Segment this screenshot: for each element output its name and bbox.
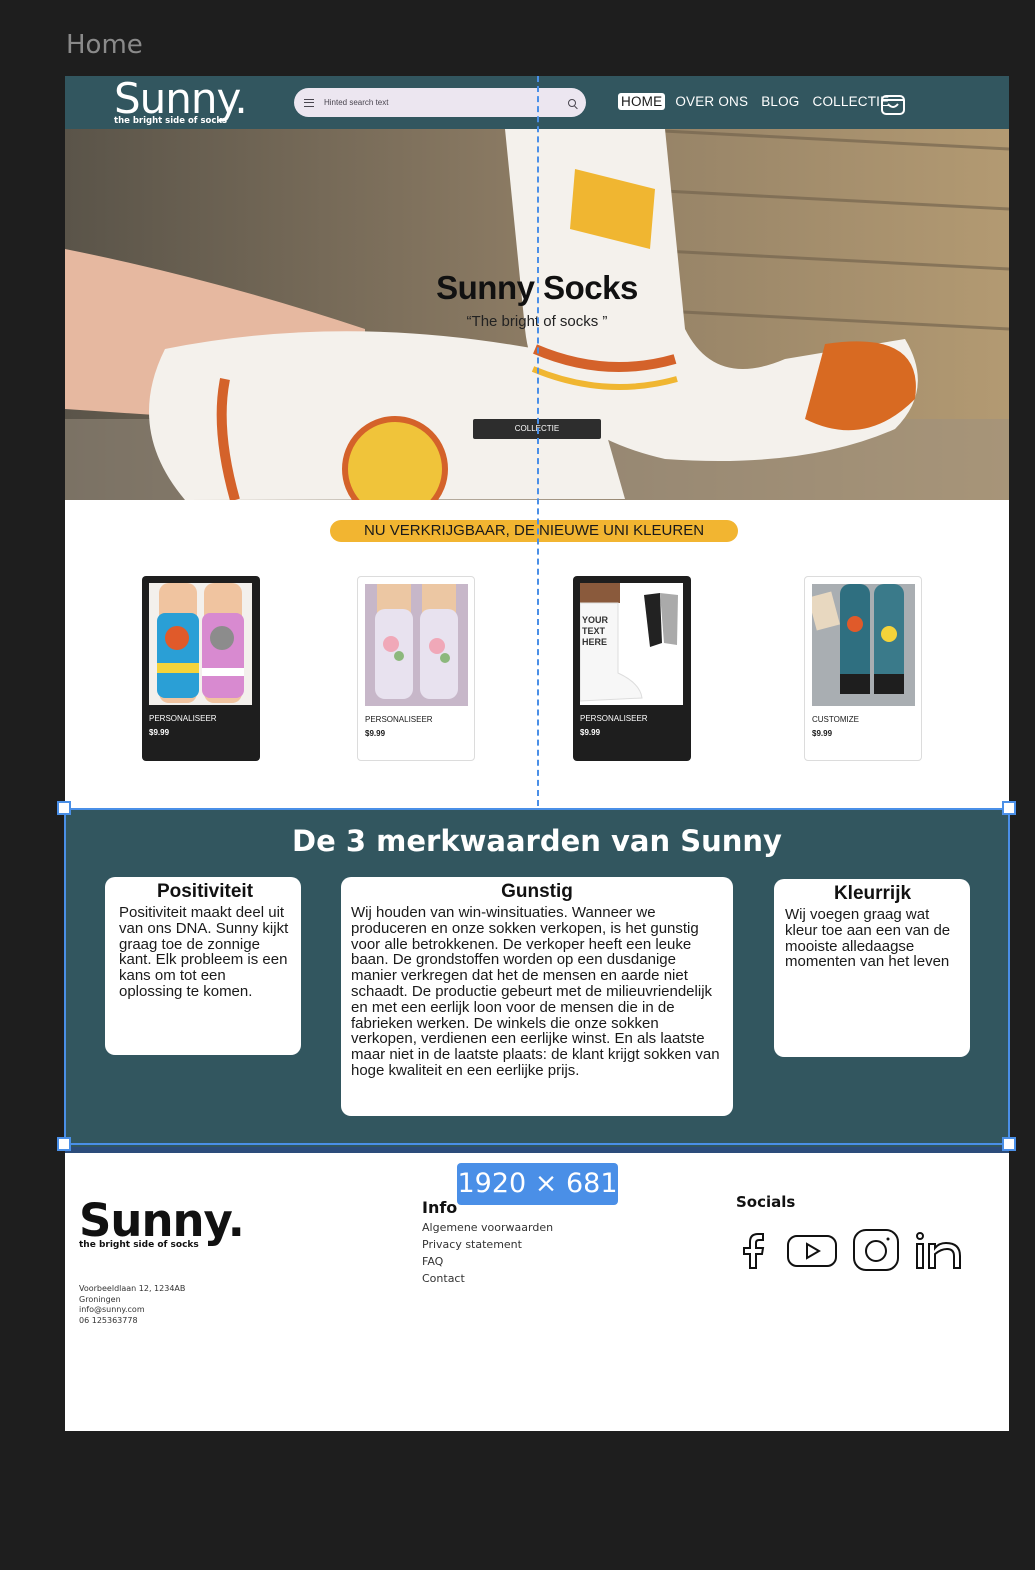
address-email: info@sunny.com [79,1305,145,1314]
resize-handle-bottom-right[interactable] [1002,1137,1016,1151]
footer-socials-title: Socials [736,1193,796,1211]
selection-dimensions-badge: 1920 × 681 [457,1163,618,1205]
value-card-body: Wij voegen graag wat kleur toe aan een v… [785,906,951,971]
product-card[interactable]: PERSONALISEER $9.99 [357,576,475,761]
product-card[interactable]: YOUR TEXT HERE PERSONALISEER $9.99 [573,576,691,761]
linkedin-icon[interactable] [914,1228,964,1277]
home-artboard: Sunny. the bright side of socks Hinted s… [65,76,1009,1431]
product-card[interactable]: PERSONALISEER $9.99 [142,576,260,761]
product-label: PERSONALISEER [365,715,433,724]
address-city: Groningen [79,1294,121,1304]
resize-handle-top-left[interactable] [57,801,71,815]
resize-handle-top-right[interactable] [1002,801,1016,815]
address-phone: 06 125363778 [79,1315,138,1325]
search-icon[interactable] [568,98,576,107]
value-card-body: Wij houden van win-winsituaties. Wanneer… [351,904,720,1079]
custom-text-line: HERE [582,637,607,647]
value-card-title: Gunstig [501,881,573,902]
product-label: CUSTOMIZE [812,715,859,724]
value-card-title: Positiviteit [156,881,254,902]
value-card-gunstig: Gunstig Wij houden van win-winsituaties.… [341,877,733,1116]
youtube-icon[interactable] [786,1228,838,1277]
footer-link-contact[interactable]: Contact [422,1270,553,1287]
footer-logo[interactable]: Sunny. the bright side of socks [79,1194,245,1251]
facebook-icon[interactable] [736,1228,772,1277]
main-nav: HOME OVER ONS BLOG COLLECTIE [618,93,892,110]
product-image [812,584,915,706]
nav-item-blog[interactable]: BLOG [758,93,802,110]
logo-tagline: the bright side of socks [114,116,228,126]
product-card[interactable]: CUSTOMIZE $9.99 [804,576,922,761]
footer-link-algemene-voorwaarden[interactable]: Algemene voorwaarden [422,1219,553,1236]
product-image: YOUR TEXT HERE [580,583,683,705]
footer-address: Voorbeeldlaan 12, 1234AB Groningen info@… [79,1284,185,1326]
shopping-bag-icon[interactable] [880,90,906,116]
search-bar[interactable]: Hinted search text [294,88,586,117]
header-logo[interactable]: Sunny. the bright side of socks [114,76,248,126]
product-price: $9.99 [149,728,170,737]
value-card-positiviteit: Positiviteit Positiviteit maakt deel uit… [105,877,301,1055]
value-card-body: Positiviteit maakt deel uit van ons DNA.… [119,904,289,1000]
product-image [365,584,468,706]
product-price: $9.99 [580,728,601,737]
value-card-title: Kleurrijk [833,883,912,904]
brand-values-section[interactable]: De 3 merkwaarden van Sunny Positiviteit … [65,808,1009,1147]
product-price: $9.99 [812,729,833,738]
hamburger-menu-icon[interactable] [304,98,314,107]
logo-word: Sunny. [79,1194,245,1247]
custom-text-line: YOUR [582,615,609,625]
section-divider [65,1147,1009,1153]
address-line: Voorbeeldlaan 12, 1234AB [79,1284,186,1293]
nav-item-over-ons[interactable]: OVER ONS [672,93,751,110]
product-label: PERSONALISEER [149,714,217,723]
promo-banner[interactable]: NU VERKRIJGBAAR, DE NIEUWE UNI KLEUREN [330,520,738,542]
product-image [149,583,252,705]
value-card-kleurrijk: Kleurrijk Wij voegen graag wat kleur toe… [774,879,970,1057]
social-links [736,1228,964,1277]
values-title: De 3 merkwaarden van Sunny [292,824,782,858]
product-price: $9.99 [365,729,386,738]
footer-link-faq[interactable]: FAQ [422,1253,553,1270]
footer-info-links: Algemene voorwaarden Privacy statement F… [422,1219,553,1287]
center-guide-line [537,76,539,806]
footer-info-title: Info [422,1198,458,1217]
nav-item-home[interactable]: HOME [618,93,666,110]
instagram-icon[interactable] [852,1228,900,1277]
custom-text-line: TEXT [582,626,606,636]
footer-link-privacy-statement[interactable]: Privacy statement [422,1236,553,1253]
resize-handle-bottom-left[interactable] [57,1137,71,1151]
search-input[interactable]: Hinted search text [324,98,568,107]
frame-label[interactable]: Home [66,30,143,60]
product-label: PERSONALISEER [580,714,648,723]
